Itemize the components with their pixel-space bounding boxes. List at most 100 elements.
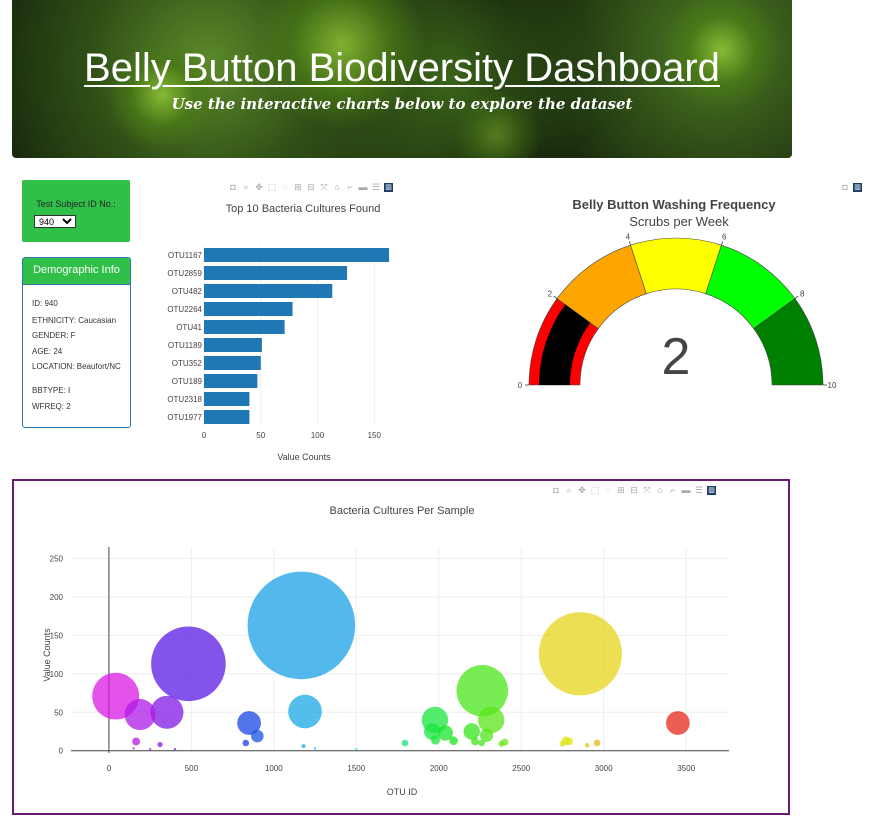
bar-mark [204, 392, 250, 406]
bubble-point [301, 744, 306, 749]
bar-mark [204, 248, 390, 262]
zoom-out-icon[interactable]: ⊟ [306, 182, 316, 192]
bubble-point [565, 737, 573, 746]
bubble-xtick-label: 1000 [265, 764, 283, 773]
bubble-chart-title: Bacteria Cultures Per Sample [330, 505, 475, 517]
plotly-logo-icon[interactable]: ▥ [384, 182, 393, 192]
bubble-point [665, 711, 690, 735]
bubble-point [173, 747, 177, 751]
box-select-icon[interactable]: ⬚ [267, 182, 277, 192]
bubble-point [288, 694, 322, 729]
bar-xtick-label: 0 [202, 431, 207, 440]
demo-gender: GENDER: F [32, 331, 76, 340]
bar-mark [204, 284, 333, 298]
lasso-icon[interactable]: ◌ [280, 182, 290, 192]
bar-chart: Top 10 Bacteria Cultures Found 0 50 100 150… [167, 203, 390, 462]
bubble-chart-ylabel: Value Counts [42, 628, 52, 682]
bubble-xtick-label: 2000 [430, 764, 448, 773]
pan-icon[interactable]: ✥ [254, 182, 264, 192]
bubble-point [124, 699, 156, 731]
reset-axes-icon[interactable]: ⌂ [332, 182, 342, 192]
bubble-xtick-label: 2500 [512, 764, 530, 773]
bar-mark [204, 266, 348, 280]
gauge-tick [794, 295, 799, 299]
bar-category-label: OTU352 [172, 359, 203, 368]
zoom-icon[interactable]: ⌕ [241, 182, 251, 192]
bubble-ytick-label: 250 [50, 555, 64, 564]
demographic-info-heading: Demographic Info [23, 258, 130, 285]
hover-compare-icon[interactable]: ☰ [371, 182, 381, 192]
gauge-tick [553, 295, 558, 299]
camera-icon[interactable]: ◘ [228, 182, 238, 192]
demo-id: ID: 940 [32, 299, 58, 308]
bar-mark [204, 338, 262, 352]
bubble-xtick-label: 0 [107, 764, 112, 773]
gauge-value: 2 [662, 328, 691, 386]
gauge-tick-label: 2 [548, 289, 553, 298]
bubble-xtick-label: 3500 [677, 764, 695, 773]
subject-selector-label: Test Subject ID No.: [36, 199, 116, 209]
demographic-info-panel: Demographic Info ID: 940 ETHNICITY: Cauc… [22, 257, 131, 428]
bubble-point [498, 740, 505, 747]
spike-lines-icon[interactable]: ⌐ [345, 182, 355, 192]
bubble-point [471, 737, 479, 746]
bar-category-label: OTU482 [172, 287, 203, 296]
gauge-tick-label: 4 [626, 233, 631, 242]
bubble-point [477, 706, 505, 734]
gauge-tick-label: 6 [722, 233, 727, 242]
bar-category-label: OTU1977 [167, 413, 202, 422]
gauge-tick-label: 10 [828, 381, 837, 390]
bar-mark [204, 356, 261, 370]
subject-id-dropdown[interactable]: 940 [34, 215, 76, 228]
bubble-ytick-label: 200 [50, 593, 64, 602]
zoom-in-icon[interactable]: ⊞ [293, 182, 303, 192]
bubble-xtick-label: 3000 [595, 764, 613, 773]
gauge-tick-label: 0 [518, 381, 523, 390]
bar-xtick-label: 150 [368, 431, 382, 440]
demo-ethnicity: ETHNICITY: Caucasian [32, 316, 117, 325]
hover-closest-icon[interactable]: ▬ [358, 182, 368, 192]
bar-category-label: OTU2859 [167, 269, 202, 278]
gauge-chart: Belly Button Washing Frequency Scrubs pe… [518, 197, 837, 390]
bubble-point [584, 743, 590, 748]
autoscale-icon[interactable]: ⤧ [319, 182, 329, 192]
gauge-tick [721, 241, 724, 246]
bubble-chart: Bacteria Cultures Per Sample 05010015020… [42, 505, 729, 797]
bubble-point [463, 723, 480, 740]
plotly-logo-icon[interactable]: ▥ [853, 182, 862, 192]
gauge-title: Belly Button Washing Frequency [572, 197, 776, 212]
bubble-point [132, 747, 135, 750]
bubble-point [251, 729, 264, 743]
bubble-point [157, 741, 163, 748]
subject-selector-panel: Test Subject ID No.: 940 [22, 180, 130, 242]
bubble-point [449, 736, 458, 745]
header-banner: Belly Button Biodiversity Dashboard Use … [12, 0, 792, 158]
bubble-point [559, 740, 566, 747]
bubble-point [355, 747, 358, 751]
gauge-subtitle: Scrubs per Week [629, 214, 729, 229]
bubble-point [151, 626, 226, 702]
bubble-point [148, 747, 152, 751]
bar-mark [204, 374, 258, 388]
bubble-ytick-label: 0 [59, 747, 64, 756]
bar-category-label: OTU1167 [168, 251, 203, 260]
bubble-point [538, 612, 622, 696]
bar-chart-modebar: ◘ ⌕ ✥ ⬚ ◌ ⊞ ⊟ ⤧ ⌂ ⌐ ▬ ☰ ▥ [228, 181, 393, 193]
demo-age: AGE: 24 [32, 347, 63, 356]
gauge-band [630, 237, 722, 295]
bar-mark [204, 320, 285, 334]
bar-mark [204, 302, 293, 316]
page-title: Belly Button Biodiversity Dashboard [84, 46, 720, 90]
gauge-tick [628, 241, 631, 246]
bar-chart-title: Top 10 Bacteria Cultures Found [226, 203, 381, 215]
demo-bbtype: BBTYPE: I [32, 386, 71, 395]
bubble-chart-xlabel: OTU ID [387, 787, 418, 797]
page-subtitle: Use the interactive charts below to expl… [171, 95, 633, 113]
bar-xtick-label: 50 [256, 431, 265, 440]
bubble-point [247, 571, 356, 680]
demo-wfreq: WFREQ: 2 [32, 402, 71, 411]
bubble-point [593, 739, 601, 747]
bubble-point [430, 735, 441, 745]
gauge-tick-label: 8 [800, 289, 805, 298]
bubble-xtick-label: 500 [185, 764, 199, 773]
